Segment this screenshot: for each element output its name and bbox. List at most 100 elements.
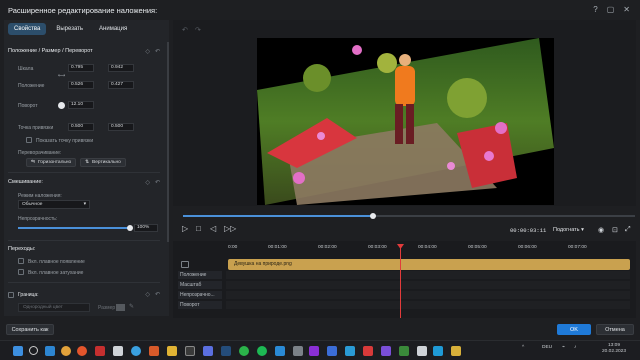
fullscreen-icon[interactable]: ⤢ [625,226,631,234]
rotation-input[interactable]: 12.10 [68,101,94,109]
tab-bar: Свойства Вырезать Анимация [4,20,169,38]
app-icon[interactable] [363,346,373,356]
anchor-x-input[interactable]: 0.500 [68,123,94,131]
app-icon[interactable] [433,346,443,356]
preview-eye-icon[interactable]: ◉ [598,226,604,234]
reset-icon[interactable]: ↶ [155,291,160,298]
pencil-icon[interactable]: ✎ [129,303,134,310]
tab-animation[interactable]: Анимация [93,23,133,35]
fit-select[interactable]: Подогнать ▾ [553,227,584,233]
cancel-button[interactable]: Отмена [596,324,634,335]
volume-icon[interactable]: ♪ [574,345,576,350]
opacity-slider-knob[interactable] [127,225,133,231]
app-icon[interactable] [451,346,461,356]
keyframe-icon[interactable]: ◇ [145,48,150,55]
chrome-icon[interactable] [61,346,71,356]
border-checkbox[interactable] [8,292,14,298]
app-icon[interactable] [95,346,105,356]
blend-section-title[interactable]: Смешивание: [8,179,43,185]
blend-mode-value: Обычное [22,202,43,207]
opacity-slider[interactable] [18,225,133,231]
border-color-select[interactable]: Однородный цвет [18,303,90,312]
photoshop-icon[interactable] [221,346,231,356]
scale-x-input[interactable]: 0.795 [68,64,94,72]
network-icon[interactable]: ⌁ [562,345,565,350]
timeline-ruler[interactable]: 0:00 00:01:00 00:02:00 00:03:00 00:04:00… [226,245,636,253]
app-icon[interactable] [203,346,213,356]
tab-properties[interactable]: Свойства [8,23,47,35]
save-as-button[interactable]: Сохранить как [6,324,54,335]
ruler-tick: 00:06:00 [518,245,537,250]
app-icon[interactable] [309,346,319,356]
app-icon[interactable] [131,346,141,356]
chevron-down-icon: ▾ [83,202,86,207]
flip-vertical-button[interactable]: ⇅ Вертикально [80,158,126,167]
whatsapp-icon[interactable] [239,346,249,356]
app-icon[interactable] [345,346,355,356]
blend-mode-select[interactable]: Обычное ▾ [18,200,90,209]
app-icon[interactable] [113,346,123,356]
rotation-dial[interactable] [58,102,65,109]
clock-date: 20.02.2023 [602,349,627,354]
playhead[interactable] [397,244,404,318]
edge-icon[interactable] [45,346,55,356]
firefox-icon[interactable] [77,346,87,356]
keyframe-icon[interactable]: ◇ [145,179,150,186]
app-icon[interactable] [293,346,303,356]
stop-icon[interactable]: □ [196,224,201,233]
fade-in-checkbox[interactable] [18,258,24,264]
keyframe-track[interactable] [226,291,630,299]
search-icon[interactable] [29,346,38,355]
app-icon[interactable] [417,346,427,356]
preview-seekbar[interactable] [183,213,635,219]
help-icon[interactable]: ? [593,5,597,14]
transitions-section-title[interactable]: Переходы: [8,246,35,252]
timeline-clip[interactable]: Девушка на природе.png [228,259,630,270]
keyframe-track[interactable] [226,281,630,289]
border-section-title[interactable]: Граница: [18,292,39,298]
position-x-input[interactable]: 0.526 [68,81,94,89]
position-y-input[interactable]: 0.427 [108,81,134,89]
step-back-icon[interactable]: ◁ [210,224,216,233]
link-icon[interactable]: ⟷ [58,64,65,82]
undo-icon[interactable]: ↶ [182,26,188,34]
app-icon[interactable] [185,346,195,356]
app-icon[interactable] [399,346,409,356]
show-anchor-checkbox[interactable] [26,137,32,143]
play-icon[interactable]: ▷ [182,224,188,233]
app-icon[interactable] [381,346,391,356]
opacity-input[interactable]: 100% [134,224,158,232]
snapshot-icon[interactable]: ⊡ [612,226,618,234]
app-icon[interactable] [327,346,337,356]
close-icon[interactable]: ✕ [623,5,630,14]
tray-chevron-icon[interactable]: ^ [522,345,524,350]
language-indicator[interactable]: DEU [542,345,552,350]
scale-y-input[interactable]: 0.942 [108,64,134,72]
reset-icon[interactable]: ↶ [155,179,160,186]
keyframe-track[interactable] [226,271,630,279]
seekbar-knob[interactable] [369,213,376,219]
track-label: Непрозрачно... [178,291,222,299]
app-icon[interactable] [275,346,285,356]
clock[interactable]: 13:09 20.02.2023 [602,343,626,355]
opacity-slider-fill [18,227,130,229]
tab-crop[interactable]: Вырезать [50,23,89,35]
app-icon[interactable] [149,346,159,356]
step-forward-icon[interactable]: ▷▷ [224,224,236,233]
border-color-swatch[interactable] [116,304,125,311]
flip-h-icon: ⇋ [31,160,36,165]
maximize-icon[interactable]: ▢ [607,5,615,14]
keyframe-icon[interactable]: ◇ [145,291,150,298]
keyframe-track[interactable] [226,301,630,309]
flip-horizontal-button[interactable]: ⇋ Горизонтально [26,158,77,167]
redo-icon[interactable]: ↷ [195,26,201,34]
ok-button[interactable]: OK [557,324,591,335]
app-icon[interactable] [167,346,177,356]
start-icon[interactable] [13,346,23,356]
spotify-icon[interactable] [257,346,267,356]
position-section-title[interactable]: Положение / Размер / Переворот [8,48,93,54]
anchor-y-input[interactable]: 0.500 [108,123,134,131]
fade-out-checkbox[interactable] [18,269,24,275]
panel-scrollbar[interactable] [167,42,169,242]
reset-icon[interactable]: ↶ [155,48,160,55]
